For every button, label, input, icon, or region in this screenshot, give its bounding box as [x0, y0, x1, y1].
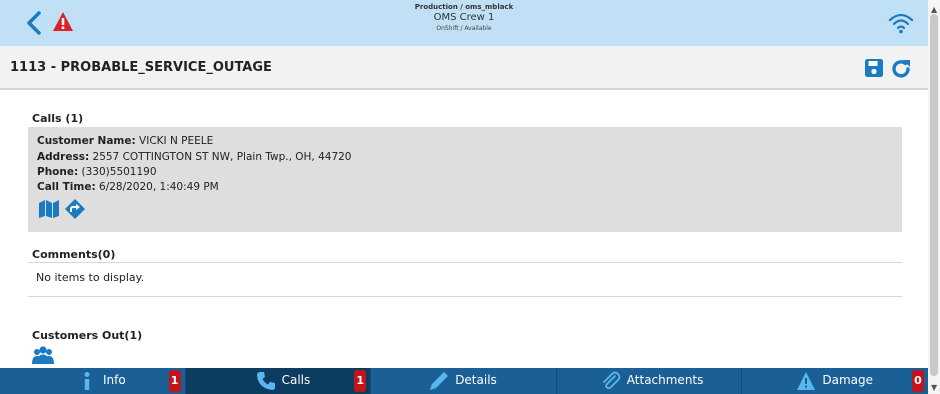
tab-details-label: Details	[455, 373, 497, 387]
calls-heading: Calls (1)	[32, 112, 84, 125]
info-icon	[84, 372, 90, 390]
scrollbar-thumb[interactable]	[930, 14, 938, 376]
save-icon[interactable]	[864, 58, 884, 78]
crew-name: OMS Crew 1	[433, 12, 495, 23]
warning-icon	[797, 372, 816, 390]
tab-info-badge: 1	[168, 370, 181, 392]
scroll-up-icon[interactable]: ▲	[931, 5, 937, 14]
call-time-row: Call Time: 6/28/2020, 1:40:49 PM	[37, 181, 219, 193]
bottom-nav: Info 1 Calls 1 Details Attachments Damag…	[0, 368, 928, 394]
crew-status: OnShift / Available	[436, 25, 492, 32]
customers-icon[interactable]	[32, 345, 54, 365]
customers-out-heading: Customers Out(1)	[32, 329, 143, 342]
tab-info[interactable]: Info 1	[0, 368, 186, 394]
tab-attachments[interactable]: Attachments	[557, 368, 743, 394]
address-row: Address: 2557 COTTINGTON ST NW, Plain Tw…	[37, 151, 352, 163]
tab-calls-label: Calls	[281, 373, 311, 387]
tab-damage-badge: 0	[911, 370, 924, 392]
map-icon[interactable]	[38, 199, 60, 219]
comments-empty-text: No items to display.	[36, 271, 145, 284]
phone-icon	[256, 372, 275, 390]
page-title: 1113 - PROBABLE_SERVICE_OUTAGE	[10, 60, 272, 75]
tab-calls-badge: 1	[354, 370, 367, 392]
environment-label: Production / oms_mblack	[414, 3, 514, 11]
tab-damage[interactable]: Damage 0	[742, 368, 928, 394]
divider	[28, 262, 902, 263]
customer-name-row: Customer Name: VICKI N PEELE	[37, 135, 214, 147]
wifi-icon	[888, 13, 914, 34]
tab-details[interactable]: Details	[371, 368, 557, 394]
divider	[28, 296, 902, 297]
scroll-down-icon[interactable]: ▼	[931, 383, 937, 392]
tab-damage-label: Damage	[822, 373, 874, 387]
tab-info-label: Info	[103, 373, 126, 387]
phone-row: Phone: (330)5501190	[37, 166, 157, 178]
refresh-icon[interactable]	[890, 58, 912, 80]
call-card: Customer Name: VICKI N PEELE Address: 25…	[28, 127, 902, 232]
comments-heading: Comments(0)	[32, 248, 116, 261]
page-header: 1113 - PROBABLE_SERVICE_OUTAGE	[0, 46, 928, 90]
tab-attachments-label: Attachments	[626, 373, 704, 387]
pencil-icon	[430, 372, 449, 390]
directions-icon[interactable]	[64, 199, 86, 219]
top-bar: Production / oms_mblack OMS Crew 1 OnShi…	[0, 0, 928, 46]
tab-calls[interactable]: Calls 1	[185, 368, 372, 394]
paperclip-icon	[602, 371, 621, 390]
